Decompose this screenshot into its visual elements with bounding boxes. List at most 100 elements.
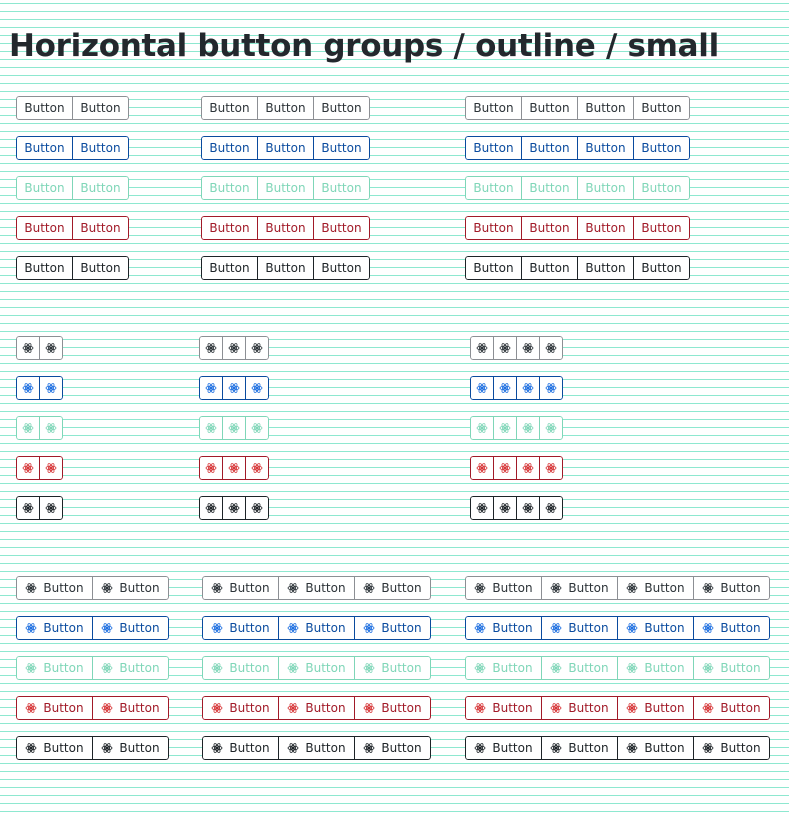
group-button-2[interactable]: Button [72, 216, 129, 240]
group-button-2[interactable]: Button [521, 136, 578, 160]
group-button-2[interactable]: Button [257, 136, 314, 160]
group-button-2[interactable]: Button [521, 256, 578, 280]
group-button-1[interactable] [470, 456, 494, 480]
group-button-1[interactable] [199, 336, 223, 360]
group-button-1[interactable]: Button [465, 696, 542, 720]
group-button-3[interactable]: Button [354, 656, 431, 680]
group-button-2[interactable] [39, 496, 63, 520]
group-button-3[interactable]: Button [617, 656, 694, 680]
group-button-2[interactable]: Button [72, 176, 129, 200]
group-button-1[interactable]: Button [202, 616, 279, 640]
group-button-3[interactable] [516, 376, 540, 400]
group-button-2[interactable]: Button [278, 736, 355, 760]
group-button-2[interactable]: Button [92, 736, 169, 760]
group-button-3[interactable] [245, 376, 269, 400]
group-button-2[interactable]: Button [541, 576, 618, 600]
group-button-1[interactable]: Button [201, 176, 258, 200]
group-button-3[interactable] [516, 456, 540, 480]
group-button-2[interactable]: Button [521, 96, 578, 120]
group-button-1[interactable]: Button [202, 656, 279, 680]
group-button-3[interactable]: Button [617, 576, 694, 600]
group-button-3[interactable]: Button [577, 216, 634, 240]
group-button-3[interactable] [516, 416, 540, 440]
group-button-2[interactable]: Button [278, 656, 355, 680]
group-button-3[interactable]: Button [313, 256, 370, 280]
group-button-2[interactable]: Button [72, 136, 129, 160]
group-button-1[interactable] [199, 416, 223, 440]
group-button-2[interactable] [39, 336, 63, 360]
group-button-3[interactable]: Button [577, 176, 634, 200]
group-button-4[interactable] [539, 336, 563, 360]
group-button-2[interactable] [493, 376, 517, 400]
group-button-1[interactable] [470, 336, 494, 360]
group-button-1[interactable] [16, 376, 40, 400]
group-button-2[interactable]: Button [257, 256, 314, 280]
group-button-2[interactable] [493, 416, 517, 440]
group-button-2[interactable]: Button [541, 616, 618, 640]
group-button-2[interactable] [493, 496, 517, 520]
group-button-1[interactable]: Button [201, 256, 258, 280]
group-button-3[interactable] [245, 416, 269, 440]
group-button-2[interactable] [493, 336, 517, 360]
group-button-4[interactable]: Button [693, 696, 770, 720]
group-button-2[interactable]: Button [521, 176, 578, 200]
group-button-2[interactable] [222, 336, 246, 360]
group-button-3[interactable]: Button [617, 616, 694, 640]
group-button-1[interactable] [199, 376, 223, 400]
group-button-2[interactable]: Button [278, 616, 355, 640]
group-button-2[interactable]: Button [72, 256, 129, 280]
group-button-1[interactable] [16, 456, 40, 480]
group-button-2[interactable]: Button [278, 696, 355, 720]
group-button-4[interactable]: Button [693, 576, 770, 600]
group-button-4[interactable]: Button [633, 176, 690, 200]
group-button-1[interactable] [470, 496, 494, 520]
group-button-2[interactable]: Button [541, 656, 618, 680]
group-button-1[interactable]: Button [201, 136, 258, 160]
group-button-1[interactable]: Button [465, 736, 542, 760]
group-button-4[interactable]: Button [633, 216, 690, 240]
group-button-4[interactable]: Button [633, 96, 690, 120]
group-button-3[interactable] [245, 496, 269, 520]
group-button-2[interactable] [39, 456, 63, 480]
group-button-3[interactable]: Button [313, 176, 370, 200]
group-button-4[interactable]: Button [693, 616, 770, 640]
group-button-3[interactable]: Button [313, 136, 370, 160]
group-button-1[interactable]: Button [202, 736, 279, 760]
group-button-3[interactable]: Button [354, 576, 431, 600]
group-button-1[interactable] [16, 496, 40, 520]
group-button-3[interactable]: Button [577, 96, 634, 120]
group-button-2[interactable] [222, 416, 246, 440]
group-button-4[interactable] [539, 456, 563, 480]
group-button-1[interactable]: Button [465, 136, 522, 160]
group-button-1[interactable]: Button [16, 736, 93, 760]
group-button-1[interactable] [199, 496, 223, 520]
group-button-3[interactable] [516, 336, 540, 360]
group-button-2[interactable]: Button [72, 96, 129, 120]
group-button-2[interactable] [222, 376, 246, 400]
group-button-4[interactable] [539, 416, 563, 440]
group-button-3[interactable]: Button [577, 136, 634, 160]
group-button-2[interactable]: Button [521, 216, 578, 240]
group-button-2[interactable]: Button [92, 696, 169, 720]
group-button-1[interactable] [470, 416, 494, 440]
group-button-2[interactable] [222, 456, 246, 480]
group-button-3[interactable]: Button [354, 696, 431, 720]
group-button-3[interactable] [245, 336, 269, 360]
group-button-3[interactable] [245, 456, 269, 480]
group-button-1[interactable]: Button [16, 96, 73, 120]
group-button-1[interactable]: Button [16, 696, 93, 720]
group-button-4[interactable]: Button [633, 136, 690, 160]
group-button-3[interactable]: Button [313, 96, 370, 120]
group-button-1[interactable]: Button [16, 616, 93, 640]
group-button-3[interactable]: Button [313, 216, 370, 240]
group-button-4[interactable] [539, 496, 563, 520]
group-button-1[interactable] [199, 456, 223, 480]
group-button-1[interactable]: Button [465, 616, 542, 640]
group-button-3[interactable] [516, 496, 540, 520]
group-button-4[interactable]: Button [693, 656, 770, 680]
group-button-1[interactable]: Button [16, 256, 73, 280]
group-button-2[interactable]: Button [257, 216, 314, 240]
group-button-2[interactable]: Button [257, 96, 314, 120]
group-button-3[interactable]: Button [617, 696, 694, 720]
group-button-2[interactable]: Button [92, 616, 169, 640]
